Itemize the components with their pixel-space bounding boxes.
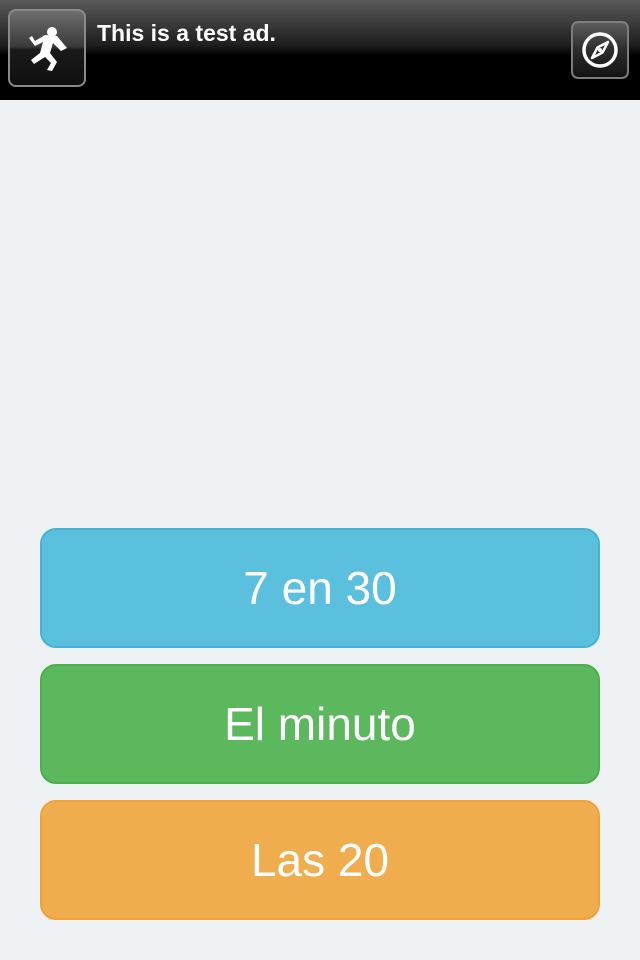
running-figure-icon[interactable] (8, 9, 86, 87)
game-mode-menu: 7 en 30 El minuto Las 20 (40, 528, 600, 936)
ad-text[interactable]: This is a test ad. (97, 18, 276, 48)
mode-el-minuto-button[interactable]: El minuto (40, 664, 600, 784)
compass-icon[interactable] (571, 21, 629, 79)
mode-las-20-button[interactable]: Las 20 (40, 800, 600, 920)
mode-7-en-30-button[interactable]: 7 en 30 (40, 528, 600, 648)
ad-banner[interactable]: This is a test ad. (0, 0, 640, 100)
